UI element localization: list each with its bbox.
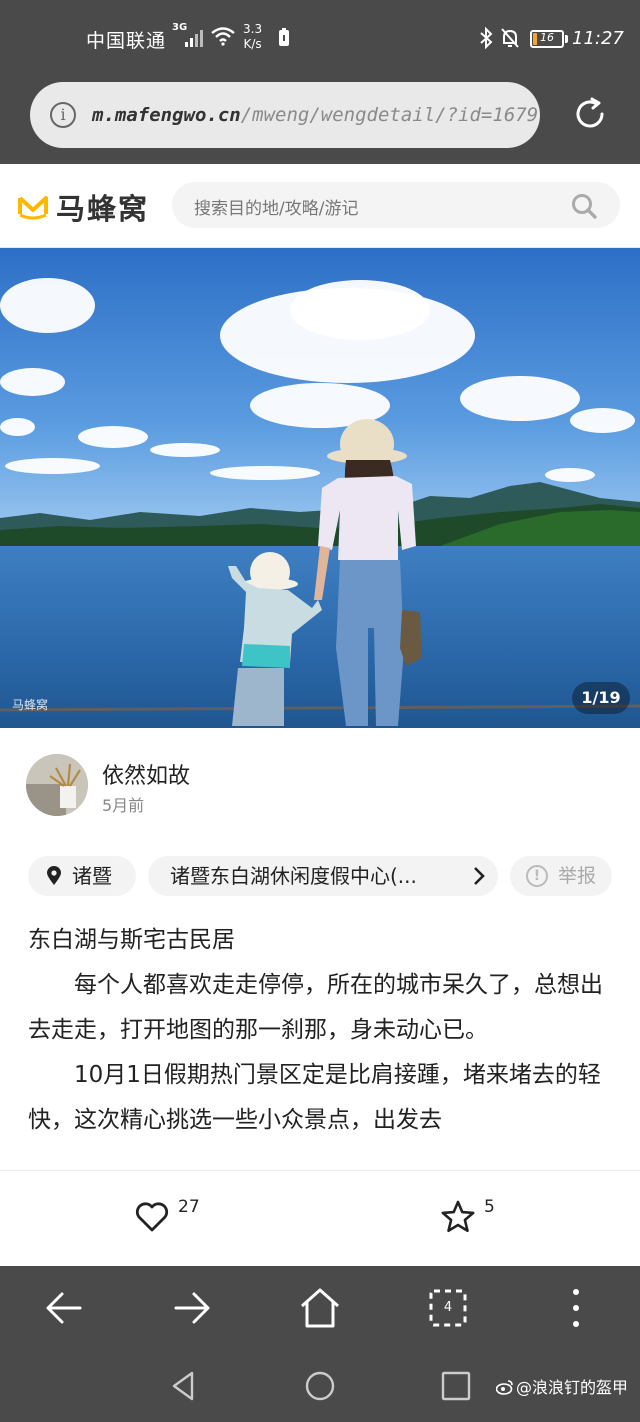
report-button[interactable]: ! 举报 [510,856,612,896]
action-bar: 27 5 [0,1170,640,1266]
more-menu-icon[interactable] [554,1286,598,1330]
heart-icon [135,1202,169,1232]
tag-row: 诸暨 诸暨东白湖休闲度假中心(... ! 举报 [0,856,640,898]
tabs-count: 4 [443,1300,453,1315]
poi-tag[interactable]: 诸暨东白湖休闲度假中心(... [148,856,498,896]
network-speed: 3.3 K/s [243,22,262,52]
photo-watermark: 马蜂窝 [12,698,49,712]
url-path: /mweng/wengdetail/?id=1679 [240,104,539,126]
carrier-name: 中国联通 [86,30,167,52]
url-domain: m.mafengwo.cn [92,104,241,126]
mafengwo-logo-icon[interactable] [16,188,50,220]
reload-icon[interactable] [570,94,610,134]
alert-icon: ! [526,865,548,887]
chevron-right-icon [474,867,485,885]
battery-level: 16 [540,31,554,44]
mute-icon [501,28,519,48]
avatar-image [26,754,88,816]
article-title: 东白湖与斯宅古民居 [28,927,235,953]
info-icon[interactable]: i [50,102,76,128]
browser-toolbar: i m.mafengwo.cn/mweng/wengdetail/?id=167… [0,80,640,164]
system-back-icon[interactable] [168,1370,200,1402]
report-label: 举报 [558,865,597,887]
home-icon[interactable] [298,1286,342,1330]
weibo-watermark: @浪浪钉的盔甲 [496,1374,628,1398]
article-paragraph: 10月1日假期热门景区定是比肩接踵，堵来堵去的轻快，这次精心挑选一些小众景点，出… [28,1062,601,1133]
search-placeholder: 搜索目的地/攻略/游记 [194,199,359,219]
system-recents-icon[interactable] [440,1370,472,1402]
favorite-button[interactable]: 5 [440,1197,520,1241]
forward-arrow-icon[interactable] [170,1286,214,1330]
like-count: 27 [178,1197,200,1217]
tabs-button[interactable]: 4 [426,1286,470,1330]
location-tag-label: 诸暨 [72,864,112,888]
clock: 11:27 [572,28,624,49]
speed-unit: K/s [243,37,262,51]
system-nav-bar: @浪浪钉的盔甲 [0,1352,640,1422]
location-pin-icon [47,866,61,885]
article-body: 东白湖与斯宅古民居 每个人都喜欢走走停停，所在的城市呆久了，总想出去走走，打开地… [28,918,612,1170]
clipboard-icon [279,28,289,46]
avatar[interactable] [26,754,88,816]
signal-icon [185,30,203,47]
hero-photo[interactable]: 马蜂窝 1/19 [0,248,640,728]
battery-cap [565,35,568,43]
star-icon [441,1200,475,1232]
site-header: 马蜂窝 搜索目的地/攻略/游记 [0,164,640,248]
wifi-icon [211,27,235,46]
weibo-icon [496,1380,513,1395]
browser-nav-bar: 4 [0,1266,640,1352]
address-bar[interactable]: i m.mafengwo.cn/mweng/wengdetail/?id=167… [30,82,540,148]
photo-counter: 1/19 [572,682,630,714]
like-button[interactable]: 27 [134,1197,214,1241]
back-arrow-icon[interactable] [42,1286,86,1330]
search-icon[interactable] [570,192,598,220]
watermark-text: @浪浪钉的盔甲 [516,1378,629,1397]
post-time: 5月前 [102,796,145,815]
logo-text[interactable]: 马蜂窝 [56,186,149,228]
location-tag[interactable]: 诸暨 [28,856,136,896]
favorite-count: 5 [484,1197,495,1217]
system-home-icon[interactable] [304,1370,336,1402]
url-text[interactable]: m.mafengwo.cn/mweng/wengdetail/?id=1679 [92,104,538,126]
author-section: 依然如故 5月前 [0,728,640,848]
status-bar: 中国联通 3G 3.3 K/s 16 11:27 [0,0,640,80]
poi-tag-label: 诸暨东白湖休闲度假中心(... [170,864,417,888]
bluetooth-icon [480,27,493,49]
author-name[interactable]: 依然如故 [102,758,190,790]
battery-icon: 16 [530,30,564,48]
article-paragraph: 每个人都喜欢走走停停，所在的城市呆久了，总想出去走走，打开地图的那一刹那，身未动… [28,972,603,1043]
speed-value: 3.3 [243,22,263,36]
search-input[interactable]: 搜索目的地/攻略/游记 [172,182,620,228]
photo-people [0,419,640,726]
